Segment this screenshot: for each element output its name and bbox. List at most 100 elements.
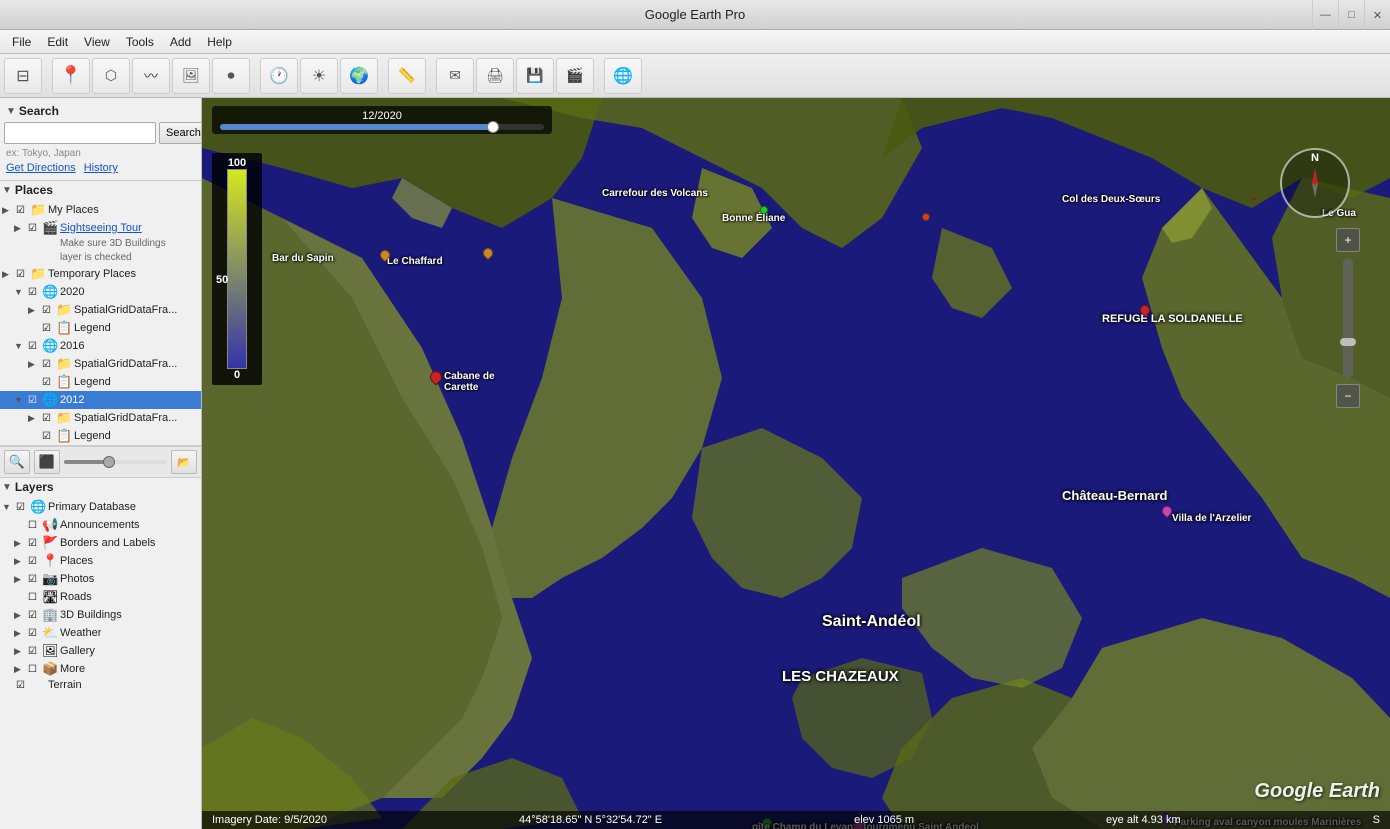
close-button[interactable]: ✕ [1364,0,1390,30]
menu-item-view[interactable]: View [76,33,118,51]
zoom-out-button[interactable]: − [1336,384,1360,408]
nav-controls: + − [1336,228,1360,408]
toggle-view-button[interactable]: ⬛ [34,450,60,474]
places-layer-check[interactable]: ☑ [28,556,42,567]
folder-action-button[interactable]: 📂 [171,450,197,474]
add-placemark-button[interactable]: 📍 [52,58,90,94]
layer-announcements[interactable]: ☐ 📢 Announcements [0,516,201,534]
menu-item-add[interactable]: Add [162,33,199,51]
timeline-slider[interactable] [220,124,544,130]
layer-gallery[interactable]: ▶ ☑ 🖼 Gallery [0,642,201,660]
y2020-check[interactable]: ☑ [28,287,42,298]
atmosphere-button[interactable]: 🌍 [340,58,378,94]
menu-item-edit[interactable]: Edit [39,33,76,51]
opacity-slider[interactable] [64,460,167,464]
places-2016-legend[interactable]: ☑ 📋 Legend [0,373,201,391]
buildings-check[interactable]: ☑ [28,610,42,621]
ruler-button[interactable]: 📏 [388,58,426,94]
leg2012-icon: 📋 [56,428,74,444]
timeline-date: 12/2020 [220,110,544,122]
places-my-places[interactable]: ▶ ☑ 📁 My Places [0,201,201,219]
places-2012[interactable]: ▼ ☑ 🌐 2012 [0,391,201,409]
search-input[interactable] [4,122,156,144]
movie-maker-button[interactable]: 🎬 [556,58,594,94]
roads-check[interactable]: ☐ [28,592,42,603]
places-sightseeing-tour[interactable]: ▶ ☑ 🎬 Sightseeing Tour [0,219,201,237]
y2016-arrow: ▼ [14,341,28,351]
layer-more[interactable]: ▶ ☐ 📦 More [0,660,201,678]
leg2016-check[interactable]: ☑ [42,377,56,388]
menu-item-help[interactable]: Help [199,33,240,51]
menu-item-file[interactable]: File [4,33,39,51]
places-section-header[interactable]: ▼ Places [0,181,201,201]
minimize-button[interactable]: — [1312,0,1338,30]
my-places-check[interactable]: ☑ [16,205,30,216]
ann-check[interactable]: ☐ [28,520,42,531]
eye-alt: eye alt 4.93 km [1106,814,1181,826]
history-link[interactable]: History [84,162,118,174]
layer-borders[interactable]: ▶ ☑ 🚩 Borders and Labels [0,534,201,552]
layer-primary-db[interactable]: ▼ ☑ 🌐 Primary Database [0,498,201,516]
terrain-check[interactable]: ☑ [16,680,30,691]
historical-imagery-button[interactable]: 🕐 [260,58,298,94]
y2012-check[interactable]: ☑ [28,395,42,406]
layer-3d-buildings[interactable]: ▶ ☑ 🏢 3D Buildings [0,606,201,624]
add-overlay-button[interactable]: 🖼 [172,58,210,94]
google-earth-web-button[interactable]: 🌐 [604,58,642,94]
y2020-label: 2020 [60,286,84,298]
timeline-bar[interactable]: 12/2020 [212,106,552,134]
record-tour-button[interactable]: ⏺ [212,58,250,94]
sightseeing-check[interactable]: ☑ [28,223,42,234]
photos-label: Photos [60,573,94,585]
leg2012-check[interactable]: ☑ [42,431,56,442]
layer-places[interactable]: ▶ ☑ 📍 Places [0,552,201,570]
email-button[interactable]: ✉ [436,58,474,94]
search-button[interactable]: Search [159,122,202,144]
primary-db-icon: 🌐 [30,499,48,515]
zoom-in-button[interactable]: + [1336,228,1360,252]
grid2012-check[interactable]: ☑ [42,413,56,424]
places-2016[interactable]: ▼ ☑ 🌐 2016 [0,337,201,355]
photos-check[interactable]: ☑ [28,574,42,585]
layer-roads[interactable]: ☐ 🛣 Roads [0,588,201,606]
more-check[interactable]: ☐ [28,664,42,675]
grid2016-check[interactable]: ☑ [42,359,56,370]
layers-section-header[interactable]: ▼ Layers [0,478,201,498]
gallery-check[interactable]: ☑ [28,646,42,657]
print-button[interactable]: 🖨 [476,58,514,94]
temporary-check[interactable]: ☑ [16,269,30,280]
weather-check[interactable]: ☑ [28,628,42,639]
search-section-header[interactable]: ▼ Search [4,102,197,122]
search-places-button[interactable]: 🔍 [4,450,30,474]
places-temporary[interactable]: ▶ ☑ 📁 Temporary Places [0,265,201,283]
zoom-slider[interactable] [1343,258,1353,378]
compass[interactable]: N [1280,148,1350,218]
temporary-label: Temporary Places [48,268,136,280]
coordinates: 44°58'18.65" N 5°32'54.72" E [519,814,662,826]
menu-item-tools[interactable]: Tools [118,33,162,51]
map-area[interactable]: 12/2020 100 50 0 Saint-Andéol LES CHAZEA… [202,98,1390,829]
layer-terrain[interactable]: ☑ Terrain [0,678,201,692]
save-image-button[interactable]: 💾 [516,58,554,94]
get-directions-link[interactable]: Get Directions [6,162,76,174]
borders-check[interactable]: ☑ [28,538,42,549]
primary-db-check[interactable]: ☑ [16,502,30,513]
sunlight-button[interactable]: ☀ [300,58,338,94]
places-2016-grid[interactable]: ▶ ☑ 📁 SpatialGridDataFra... [0,355,201,373]
y2016-check[interactable]: ☑ [28,341,42,352]
show-sidebar-button[interactable]: ⊟ [4,58,42,94]
maximize-button[interactable]: □ [1338,0,1364,30]
layer-photos[interactable]: ▶ ☑ 📷 Photos [0,570,201,588]
places-2020[interactable]: ▼ ☑ 🌐 2020 [0,283,201,301]
places-2012-legend[interactable]: ☑ 📋 Legend [0,427,201,445]
add-polygon-button[interactable]: ⬡ [92,58,130,94]
places-2012-grid[interactable]: ▶ ☑ 📁 SpatialGridDataFra... [0,409,201,427]
leg2020-check[interactable]: ☑ [42,323,56,334]
y2012-arrow: ▼ [14,395,28,405]
toolbar: ⊟ 📍 ⬡ 〰 🖼 ⏺ 🕐 ☀ 🌍 📏 ✉ 🖨 💾 🎬 🌐 [0,54,1390,98]
places-2020-grid[interactable]: ▶ ☑ 📁 SpatialGridDataFra... [0,301,201,319]
grid2020-check[interactable]: ☑ [42,305,56,316]
layer-weather[interactable]: ▶ ☑ ⛅ Weather [0,624,201,642]
add-path-button[interactable]: 〰 [132,58,170,94]
places-2020-legend[interactable]: ☑ 📋 Legend [0,319,201,337]
